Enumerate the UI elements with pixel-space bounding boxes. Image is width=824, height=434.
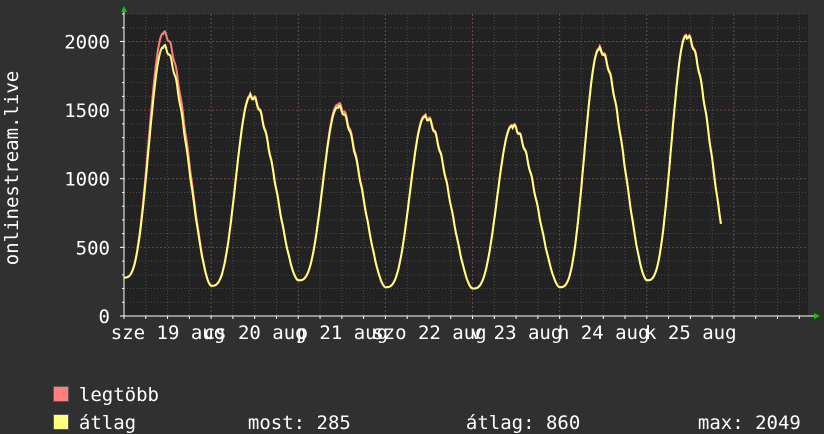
legend-avg-label: átlag	[78, 412, 137, 434]
stat-max-value: 2049	[755, 412, 801, 434]
y-tick-label: 1500	[64, 100, 110, 122]
y-tick-label: 2000	[64, 31, 110, 53]
x-tick-label: cs 20 aug	[204, 322, 307, 344]
legend-row-avg: átlag	[30, 390, 136, 434]
y-tick-label: 500	[76, 237, 110, 259]
y-axis-arrow-icon	[121, 6, 127, 12]
stat-atlag-label: átlag:	[465, 412, 535, 434]
stat-max: max: 2049	[675, 390, 801, 434]
stat-most-label: most:	[247, 412, 306, 434]
x-tick-label: v 23 aug	[471, 322, 563, 344]
x-axis-arrow-icon	[814, 313, 820, 319]
avg-swatch	[52, 414, 69, 430]
x-tick-label: szo 22 aug	[372, 322, 486, 344]
y-tick-label: 1000	[64, 169, 110, 191]
stat-most: most: 285	[225, 390, 351, 434]
y-axis-label: onlinestream.live	[1, 71, 23, 265]
x-tick-label: h 24 aug	[558, 322, 650, 344]
stat-atlag-value: 860	[545, 412, 581, 434]
stat-most-value: 285	[316, 412, 351, 434]
y-tick-label: 0	[99, 306, 110, 328]
stat-max-label: max:	[697, 412, 744, 434]
x-tick-label: k 25 aug	[645, 322, 737, 344]
stat-atlag: átlag: 860	[443, 390, 580, 434]
